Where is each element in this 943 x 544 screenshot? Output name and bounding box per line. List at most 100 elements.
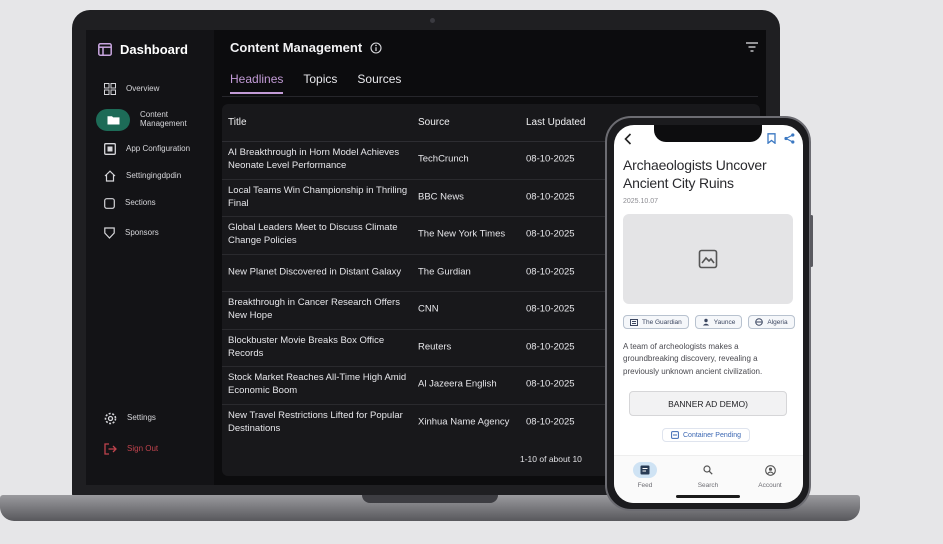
row-source: The New York Times <box>418 228 506 240</box>
chip-author[interactable]: Yaunce <box>694 315 743 329</box>
nav-feed[interactable]: Feed <box>620 462 670 489</box>
sidebar-item-label: App Configuration <box>126 143 191 153</box>
sign-out-button[interactable]: Sign Out <box>96 438 208 460</box>
tab-bar: Headlines Topics Sources <box>230 72 401 94</box>
filter-icon[interactable] <box>746 42 758 52</box>
sidebar-item-label: Sections <box>125 197 156 207</box>
tab-sources[interactable]: Sources <box>357 72 401 94</box>
config-icon <box>104 143 116 155</box>
row-source: TechCrunch <box>418 153 469 165</box>
chip-label: Algeria <box>767 318 788 326</box>
phone-notch <box>654 125 762 142</box>
share-icon[interactable] <box>784 133 795 144</box>
column-last-updated[interactable]: Last Updated <box>526 117 596 128</box>
row-date: 08-10-2025 <box>526 341 575 353</box>
banner-ad-label: BANNER AD DEMO) <box>668 398 748 409</box>
source-chips: The Guardian Yaunce Algeria <box>623 315 795 329</box>
article-actions <box>767 133 795 144</box>
row-title: Local Teams Win Championship in Thriling… <box>228 184 408 209</box>
row-title: AI Breakthrough in Horn Model Achieves N… <box>228 147 400 172</box>
feed-icon <box>633 462 657 478</box>
chip-label: Yaunce <box>713 318 736 326</box>
row-title: Global Leaders Meet to Discuss Climate C… <box>228 222 398 247</box>
folder-icon <box>107 115 120 125</box>
row-source: Al Jazeera English <box>418 378 497 390</box>
row-date: 08-10-2025 <box>526 378 575 390</box>
phone-side-button <box>810 215 813 267</box>
nav-label: Search <box>697 482 719 489</box>
sidebar-item-content-management[interactable]: Content Management <box>96 109 208 131</box>
row-title: New Travel Restrictions Lifted for Popul… <box>228 410 403 435</box>
account-icon <box>758 462 782 478</box>
row-date: 08-10-2025 <box>526 303 575 315</box>
row-date: 08-10-2025 <box>526 416 575 428</box>
sidebar-item-settings[interactable]: Settings <box>96 407 208 429</box>
article-image-placeholder <box>623 214 793 304</box>
row-date: 08-10-2025 <box>526 153 575 165</box>
dashboard-icon <box>98 43 112 56</box>
article-body: A team of archeologists makes a groundbr… <box>623 342 763 376</box>
home-indicator <box>676 495 740 498</box>
bookmark-icon[interactable] <box>767 133 776 144</box>
sidebar-item-label: Settings <box>127 412 156 422</box>
sidebar-item-settingingdpdin[interactable]: Settingingdpdin <box>96 165 208 187</box>
newspaper-icon <box>630 318 638 326</box>
search-icon <box>696 462 720 478</box>
sidebar-item-label: Overview <box>126 83 160 93</box>
mobile-app: Archaeologists Uncover Ancient City Ruin… <box>614 125 803 503</box>
info-icon[interactable] <box>370 41 382 54</box>
grid-icon <box>104 83 116 95</box>
row-date: 08-10-2025 <box>526 228 575 240</box>
nav-label: Account <box>758 482 782 489</box>
banner-ad[interactable]: BANNER AD DEMO) <box>629 391 787 416</box>
row-date: 08-10-2025 <box>526 266 575 278</box>
row-source: Reuters <box>418 341 452 353</box>
nav-search[interactable]: Search <box>683 462 733 489</box>
sign-out-label: Sign Out <box>127 443 159 453</box>
camera-dot <box>430 18 435 23</box>
row-source: Xinhua Name Agency <box>418 416 510 428</box>
chip-label: The Guardian <box>642 318 682 326</box>
tabs-divider <box>222 96 758 97</box>
sidebar-item-sponsors[interactable]: Sponsors <box>96 222 208 244</box>
back-arrow-icon[interactable] <box>624 133 632 145</box>
laptop-hinge-notch <box>362 495 498 503</box>
image-icon <box>698 249 718 269</box>
article-date: 2025.10.07 <box>623 198 659 205</box>
sidebar-item-sections[interactable]: Sections <box>96 192 208 214</box>
square-icon <box>104 197 115 209</box>
container-pending-badge: Container Pending <box>662 428 750 442</box>
sidebar-item-label: Sponsors <box>125 227 159 237</box>
gear-icon <box>104 412 117 425</box>
column-title[interactable]: Title <box>228 117 414 128</box>
page-title-text: Content Management <box>230 40 363 55</box>
row-source: BBC News <box>418 191 464 203</box>
chip-country[interactable]: Algeria <box>748 315 795 329</box>
row-title: New Planet Discovered in Distant Galaxy <box>228 266 402 278</box>
shield-icon <box>104 227 115 239</box>
pagination-info: 1-10 of about 10 <box>520 454 582 464</box>
row-source: CNN <box>418 303 439 315</box>
globe-icon <box>755 318 764 326</box>
article-headline: Archaeologists Uncover Ancient City Ruin… <box>623 157 767 191</box>
home-icon <box>104 170 116 182</box>
column-source[interactable]: Source <box>418 117 522 128</box>
person-icon <box>702 318 710 326</box>
sidebar-item-overview[interactable]: Overview <box>96 78 208 100</box>
row-title: Breakthrough in Cancer Research Offers N… <box>228 297 400 322</box>
container-pending-label: Container Pending <box>683 431 741 439</box>
logout-icon <box>104 443 117 455</box>
sidebar-item-label: Settingingdpdin <box>126 170 182 180</box>
tab-headlines[interactable]: Headlines <box>230 72 284 94</box>
sidebar-item-app-configuration[interactable]: App Configuration <box>96 138 208 160</box>
sidebar: Dashboard Overview Content Management Ap… <box>86 30 214 485</box>
row-source: The Gurdian <box>418 266 471 278</box>
page-title: Content Management <box>230 40 382 55</box>
row-title: Stock Market Reaches All-Time High Amid … <box>228 372 407 397</box>
nav-label: Feed <box>637 482 653 489</box>
nav-account[interactable]: Account <box>745 462 795 489</box>
chip-source[interactable]: The Guardian <box>623 315 689 329</box>
tab-topics[interactable]: Topics <box>303 72 337 94</box>
row-title: Blockbuster Movie Breaks Box Office Reco… <box>228 334 385 359</box>
brand[interactable]: Dashboard <box>98 42 188 57</box>
